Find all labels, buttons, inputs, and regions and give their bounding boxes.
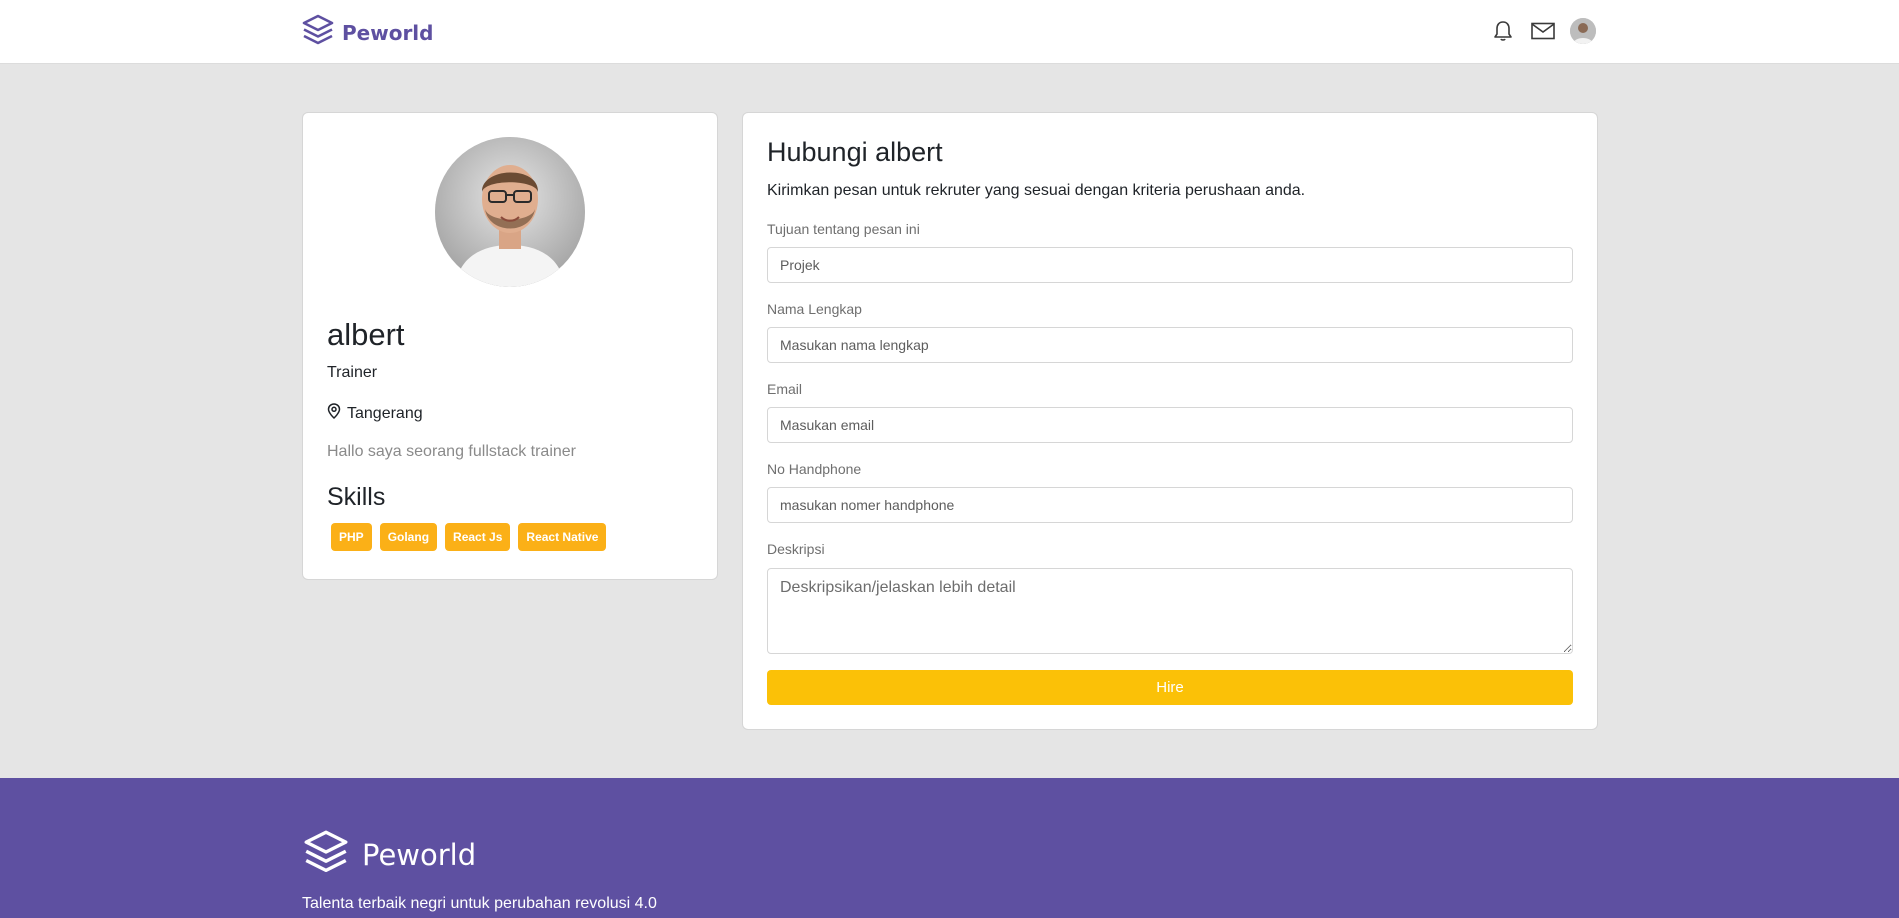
profile-name: albert: [327, 317, 405, 352]
skill-badge: Golang: [379, 523, 438, 551]
phone-label: No Handphone: [767, 461, 862, 477]
user-avatar[interactable]: [1570, 18, 1596, 44]
brand-name: Peworld: [342, 20, 434, 45]
contact-subtitle: Kirimkan pesan untuk rekruter yang sesua…: [767, 182, 1306, 199]
layers-logo-icon: [302, 13, 334, 52]
fullname-label: Nama Lengkap: [767, 301, 862, 317]
purpose-input[interactable]: [767, 247, 1573, 283]
layers-logo-icon: [302, 828, 350, 881]
profile-role: Trainer: [327, 364, 378, 381]
brand-logo[interactable]: Peworld: [302, 13, 433, 52]
contact-form-card: Hubungi albert Kirimkan pesan untuk rekr…: [742, 112, 1598, 730]
phone-input[interactable]: [767, 487, 1573, 523]
profile-card: albert Trainer Tangerang Hallo saya seor…: [302, 112, 718, 580]
footer-tagline: Talenta terbaik negri untuk perubahan re…: [302, 895, 657, 912]
skill-badge: React Js: [445, 523, 511, 551]
profile-location: Tangerang: [327, 403, 423, 424]
email-label: Email: [767, 381, 803, 397]
contact-title: Hubungi albert: [767, 137, 943, 167]
profile-bio: Hallo saya seorang fullstack trainer: [327, 443, 577, 460]
skill-badge: PHP: [331, 523, 372, 551]
purpose-label: Tujuan tentang pesan ini: [767, 221, 920, 237]
top-navbar: Peworld: [0, 0, 1899, 64]
skills-heading: Skills: [327, 483, 386, 511]
profile-photo: [435, 137, 585, 287]
footer-brand: Peworld: [302, 828, 476, 881]
hire-button[interactable]: Hire: [767, 670, 1573, 705]
bell-icon[interactable]: [1490, 18, 1516, 44]
skill-badge: React Native: [518, 523, 607, 551]
email-input[interactable]: [767, 407, 1573, 443]
nav-actions: [1490, 18, 1596, 44]
description-textarea[interactable]: [767, 568, 1573, 654]
map-pin-icon: [327, 403, 341, 424]
mail-icon[interactable]: [1530, 18, 1556, 44]
footer: Peworld Talenta terbaik negri untuk peru…: [0, 778, 1899, 918]
location-text: Tangerang: [347, 404, 423, 422]
skills-list: PHP Golang React Js React Native: [331, 523, 607, 551]
description-label: Deskripsi: [767, 541, 825, 557]
footer-brand-name: Peworld: [362, 837, 477, 872]
fullname-input[interactable]: [767, 327, 1573, 363]
